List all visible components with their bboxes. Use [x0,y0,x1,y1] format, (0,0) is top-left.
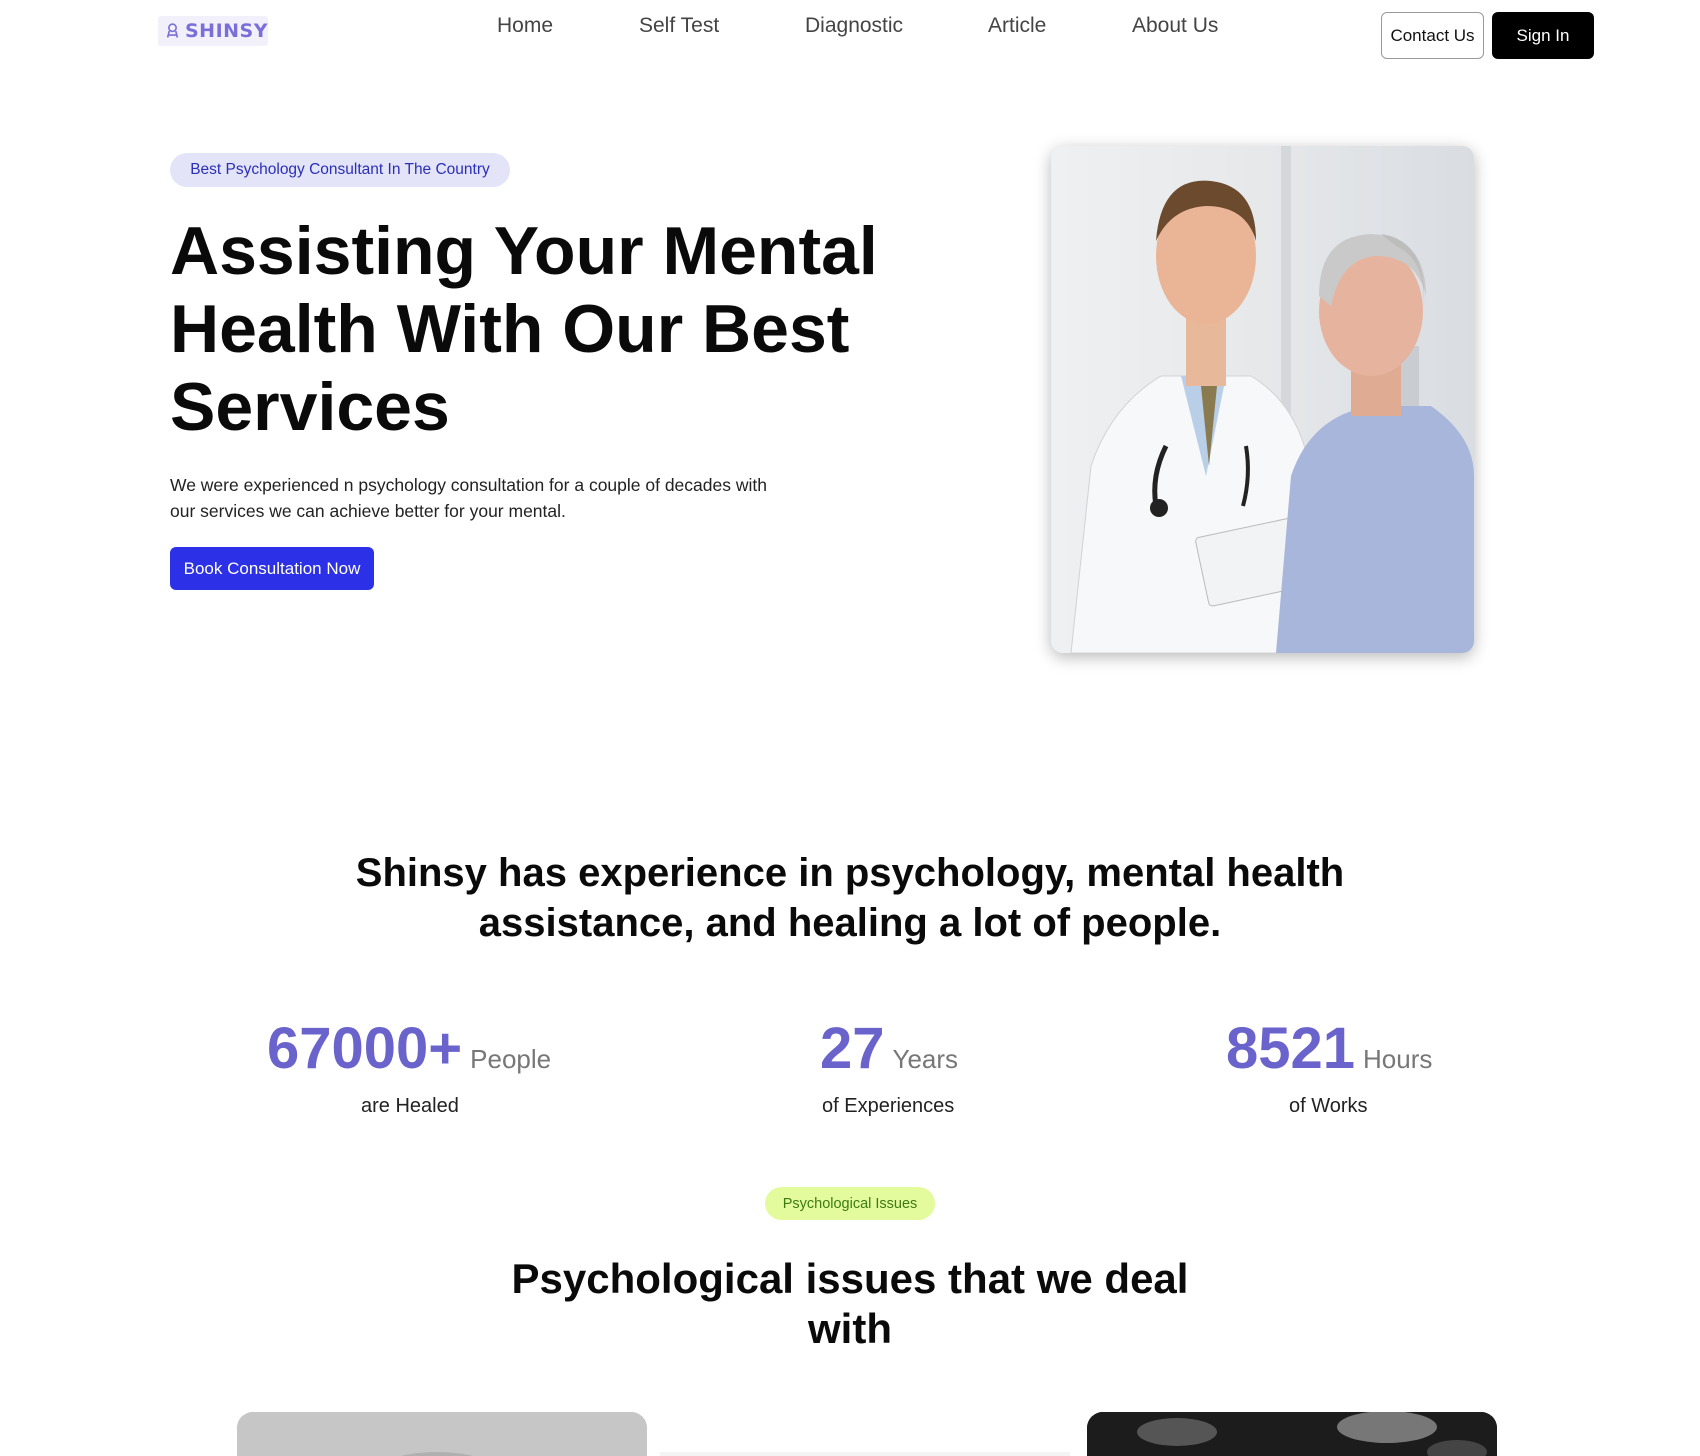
nav-link-self-test[interactable]: Self Test [639,14,719,38]
hero-description: We were experienced n psychology consult… [170,475,767,521]
stat-unit: Years [892,1044,959,1074]
issue-card-image[interactable] [1087,1412,1497,1456]
nav-link-about-us[interactable]: About Us [1132,14,1218,38]
nav-link-diagnostic[interactable]: Diagnostic [805,14,903,38]
nav-link-home[interactable]: Home [497,14,553,38]
doctor-patient-illustration [1051,146,1474,653]
stat-unit: Hours [1363,1044,1433,1074]
stat-people-healed: 67000+ People [267,1015,551,1082]
hero-title: Assisting Your Mental Health With Our Be… [170,213,878,445]
sign-in-button[interactable]: Sign In [1492,12,1594,59]
stat-number: 27 [820,1016,885,1081]
nav-link-article[interactable]: Article [988,14,1046,38]
book-consultation-button[interactable]: Book Consultation Now [170,547,374,590]
stat-hours-works: 8521 Hours [1226,1015,1432,1082]
stat-caption: of Experiences [822,1095,955,1117]
issue-card-image[interactable] [660,1412,1070,1456]
stat-number: 8521 [1226,1016,1356,1081]
issue-card-photo [660,1452,1070,1456]
issue-card-photo [237,1412,647,1456]
issue-card-image[interactable] [237,1412,647,1456]
top-navbar: SHINSY Home Self Test Diagnostic Article… [0,0,1700,70]
stat-caption: of Works [1289,1095,1368,1117]
ribbon-icon [166,23,179,38]
brand-logo[interactable]: SHINSY [158,16,268,46]
contact-us-button[interactable]: Contact Us [1381,12,1484,59]
experience-title: Shinsy has experience in psychology, men… [355,851,1345,945]
stat-number: 67000+ [267,1016,463,1081]
hero-image-doctor-patient [1051,146,1474,653]
issue-card-photo [1087,1412,1497,1456]
logo-text: SHINSY [185,20,268,42]
stat-unit: People [470,1044,552,1074]
stat-caption: are Healed [361,1095,459,1117]
issues-badge: Psychological Issues [765,1187,935,1220]
stat-years-experience: 27 Years [820,1015,958,1082]
hero-badge: Best Psychology Consultant In The Countr… [170,153,510,187]
issues-title: Psychological issues that we deal with [511,1255,1189,1352]
